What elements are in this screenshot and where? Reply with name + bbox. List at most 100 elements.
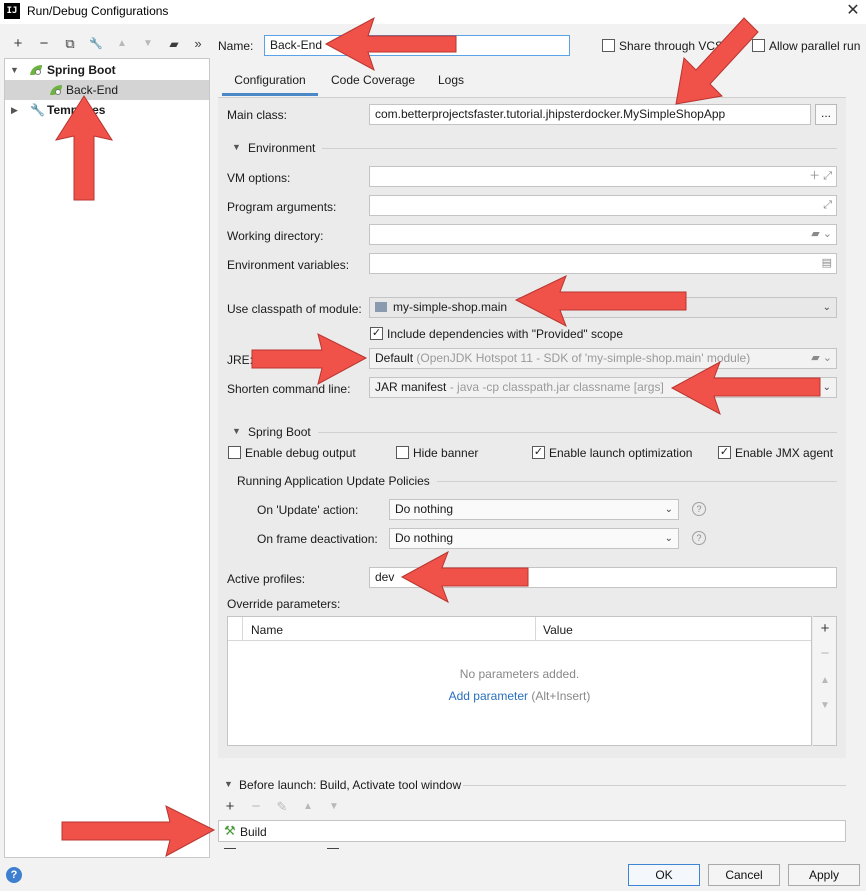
column-header-name[interactable]: Name [251, 623, 283, 637]
tab-logs[interactable]: Logs [438, 72, 464, 96]
vm-options-input[interactable]: ＋ ⤢ [369, 166, 837, 187]
edit-pencil-icon[interactable]: ✎ [272, 797, 292, 817]
params-side-toolbar: + − ▲ ▼ [813, 616, 837, 746]
env-vars-input[interactable]: ▤ [369, 253, 837, 274]
override-params-label: Override parameters: [227, 597, 341, 611]
add-button[interactable]: + [8, 34, 28, 54]
hammer-icon: ⚒ [224, 823, 236, 838]
tree-item-spring-boot[interactable]: ▼ Spring Boot [5, 60, 209, 80]
more-button[interactable]: » [188, 34, 208, 54]
working-dir-input[interactable]: ▰ ⌄ [369, 224, 837, 245]
move-up-button[interactable]: ▲ [298, 797, 318, 817]
program-args-input[interactable]: ⤢ [369, 195, 837, 216]
active-profiles-label: Active profiles: [227, 572, 306, 586]
debug-output-label: Enable debug output [245, 446, 356, 460]
jre-select[interactable]: Default (OpenJDK Hotspot 11 - SDK of 'my… [369, 348, 837, 369]
launch-opt-checkbox[interactable]: ✓ [532, 446, 545, 459]
config-tree: ▼ Spring Boot Back-End ▶ 🔧 Templates [4, 58, 210, 858]
tree-item-back-end[interactable]: Back-End [5, 80, 209, 100]
scroll-hint [224, 848, 236, 849]
hide-banner-checkbox[interactable] [396, 446, 409, 459]
spring-leaf-icon [50, 85, 62, 95]
debug-output-checkbox[interactable] [228, 446, 241, 459]
move-up-button[interactable]: ▲ [815, 671, 835, 691]
remove-task-button[interactable]: − [246, 797, 266, 817]
include-deps-checkbox[interactable]: ✓ [370, 327, 383, 340]
cancel-button[interactable]: Cancel [708, 864, 780, 886]
expand-icon[interactable]: ＋ ⤢ [809, 167, 832, 186]
window-title: Run/Debug Configurations [27, 4, 169, 18]
tree-label: Back-End [66, 83, 119, 97]
classpath-label: Use classpath of module: [227, 302, 362, 316]
add-parameter-hint: (Alt+Insert) [531, 689, 591, 703]
shorten-value: JAR manifest [375, 380, 447, 394]
add-task-button[interactable]: + [220, 797, 240, 817]
chevron-down-icon[interactable]: ▼ [224, 779, 233, 789]
intellij-app-icon: IJ [4, 3, 20, 19]
chevron-down-icon[interactable]: ▼ [232, 142, 241, 152]
browse-button[interactable]: ... [815, 104, 837, 125]
add-param-row: Add parameter (Alt+Insert) [228, 689, 811, 703]
ok-button[interactable]: OK [628, 864, 700, 886]
move-down-button[interactable]: ▼ [815, 696, 835, 716]
expand-icon[interactable]: ⤢ [823, 196, 832, 215]
help-icon[interactable]: ? [692, 531, 706, 545]
on-frame-label: On frame deactivation: [257, 532, 378, 546]
folder-icon[interactable]: ▰ ⌄ [811, 349, 832, 368]
tab-configuration[interactable]: Configuration [222, 72, 318, 96]
move-down-button[interactable]: ▼ [138, 34, 158, 54]
before-launch-item-build[interactable]: Build [240, 825, 267, 839]
name-input[interactable]: Back-End [264, 35, 570, 56]
main-class-label: Main class: [227, 108, 288, 122]
close-icon[interactable]: ✕ [842, 1, 864, 21]
shorten-hint: - java -cp classpath.jar classname [args… [449, 380, 664, 394]
chevron-down-icon[interactable]: ▼ [232, 426, 241, 436]
document-icon[interactable]: ▤ [822, 254, 832, 273]
tree-item-templates[interactable]: ▶ 🔧 Templates [5, 100, 209, 120]
include-deps-label: Include dependencies with "Provided" sco… [387, 327, 624, 341]
folder-icon[interactable]: ▰ [164, 34, 184, 54]
empty-state-text: No parameters added. [459, 667, 580, 681]
module-folder-icon [375, 302, 387, 312]
classpath-select[interactable]: my-simple-shop.main ⌄ [369, 297, 837, 318]
folder-icon[interactable]: ▰ ⌄ [811, 225, 832, 244]
add-parameter-link[interactable]: Add parameter [449, 689, 528, 703]
add-param-button[interactable]: + [815, 619, 835, 639]
override-params-table: Name Value No parameters added. Add para… [227, 616, 812, 746]
spring-boot-section-title: Spring Boot [248, 425, 311, 439]
allow-parallel-checkbox[interactable] [752, 39, 765, 52]
share-vcs-checkbox[interactable] [602, 39, 615, 52]
chevron-down-icon: ⌄ [664, 533, 673, 544]
name-label: Name: [218, 39, 254, 53]
program-args-label: Program arguments: [227, 200, 337, 214]
scroll-hint [327, 848, 339, 849]
shorten-select[interactable]: JAR manifest - java -cp classpath.jar cl… [369, 377, 837, 398]
copy-button[interactable]: ⧉ [60, 34, 80, 54]
annotation-arrow-main-class [675, 17, 759, 105]
column-divider [535, 617, 536, 641]
main-class-input[interactable]: com.betterprojectsfaster.tutorial.jhipst… [369, 104, 811, 125]
move-down-button[interactable]: ▼ [324, 797, 344, 817]
help-icon[interactable]: ? [692, 502, 706, 516]
on-update-select[interactable]: Do nothing ⌄ [389, 499, 679, 520]
remove-button[interactable]: − [34, 34, 54, 54]
on-frame-select[interactable]: Do nothing ⌄ [389, 528, 679, 549]
move-up-button[interactable]: ▲ [112, 34, 132, 54]
remove-param-button[interactable]: − [815, 644, 835, 664]
jmx-agent-checkbox[interactable]: ✓ [718, 446, 731, 459]
on-update-value: Do nothing [395, 502, 454, 516]
chevron-right-icon[interactable]: ▶ [11, 100, 18, 120]
config-list-toolbar: + − ⧉ 🔧 ▲ ▼ ▰ » [4, 34, 210, 56]
tree-label: Spring Boot [47, 63, 116, 77]
hide-banner-label: Hide banner [413, 446, 479, 460]
wrench-icon[interactable]: 🔧 [86, 34, 106, 54]
chevron-down-icon[interactable]: ▼ [10, 60, 19, 80]
on-frame-value: Do nothing [395, 531, 454, 545]
apply-button[interactable]: Apply [788, 864, 860, 886]
tab-code-coverage[interactable]: Code Coverage [331, 72, 415, 96]
column-header-value[interactable]: Value [543, 623, 573, 637]
active-profiles-input[interactable]: dev [369, 567, 837, 588]
help-icon[interactable]: ? [6, 867, 22, 883]
before-launch-title: Before launch: Build, Activate tool wind… [239, 778, 462, 792]
before-launch-list: ⚒ Build [218, 820, 846, 842]
